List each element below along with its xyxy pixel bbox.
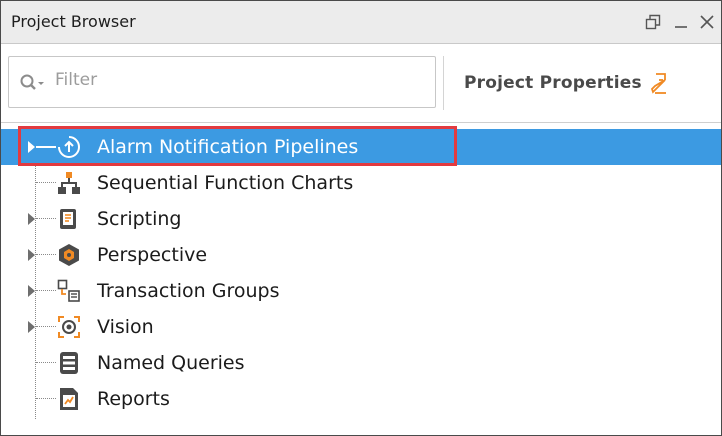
tree-item-sequential-function-charts[interactable]: Sequential Function Charts <box>1 165 721 201</box>
restore-icon <box>645 14 661 30</box>
tree-item-label: Transaction Groups <box>97 280 280 302</box>
project-browser-panel: Project Browser Filter Project Propertie… <box>0 0 722 436</box>
tree-item-vision[interactable]: Vision <box>1 309 721 345</box>
alarm-pipeline-icon <box>58 136 81 159</box>
toolbar: Filter Project Properties <box>1 44 721 123</box>
tree-connector <box>36 362 56 363</box>
wrench-edit-icon <box>650 73 666 94</box>
tree-item-label: Perspective <box>97 244 208 266</box>
tree-item-perspective[interactable]: Perspective <box>1 237 721 273</box>
tree-connector <box>36 146 56 148</box>
tree-item-label: Vision <box>97 316 154 338</box>
project-properties-button[interactable]: Project Properties <box>453 56 715 110</box>
transaction-groups-icon <box>57 279 80 302</box>
perspective-icon <box>59 244 79 266</box>
tree-connector <box>36 182 56 183</box>
tree-item-named-queries[interactable]: Named Queries <box>1 345 721 381</box>
expand-arrow[interactable] <box>28 321 35 333</box>
expand-arrow[interactable] <box>28 141 35 153</box>
tree-item-label: Scripting <box>97 208 182 230</box>
toolbar-divider <box>443 56 444 110</box>
close-icon <box>700 15 714 29</box>
tree-item-label: Sequential Function Charts <box>97 172 354 194</box>
search-icon <box>20 74 44 90</box>
reports-icon <box>60 388 78 410</box>
restore-button[interactable] <box>641 9 665 35</box>
tree-item-label: Reports <box>97 388 170 410</box>
vision-icon <box>58 316 80 338</box>
tree-item-label: Named Queries <box>97 352 245 374</box>
tree-connector <box>36 290 56 291</box>
minimize-button[interactable] <box>669 9 693 35</box>
tree-item-reports[interactable]: Reports <box>1 381 721 417</box>
tree-item-label: Alarm Notification Pipelines <box>97 136 359 158</box>
named-queries-icon <box>60 352 78 374</box>
close-button[interactable] <box>695 9 719 35</box>
expand-arrow[interactable] <box>28 249 35 261</box>
filter-input[interactable]: Filter <box>8 56 436 108</box>
sfc-icon <box>58 172 80 194</box>
project-properties-label: Project Properties <box>464 73 642 93</box>
panel-title: Project Browser <box>11 12 136 31</box>
tree-item-alarm-notification-pipelines[interactable]: Alarm Notification Pipelines <box>1 129 721 165</box>
scripting-icon <box>60 209 76 229</box>
minimize-icon <box>675 26 687 28</box>
tree-connector <box>36 398 56 399</box>
filter-placeholder: Filter <box>55 70 98 90</box>
project-tree: Alarm Notification Pipelines Sequential … <box>1 123 721 435</box>
tree-item-transaction-groups[interactable]: Transaction Groups <box>1 273 721 309</box>
tree-item-scripting[interactable]: Scripting <box>1 201 721 237</box>
tree-connector <box>36 218 56 219</box>
title-bar: Project Browser <box>1 1 721 44</box>
expand-arrow[interactable] <box>28 285 35 297</box>
tree-connector <box>36 254 56 255</box>
tree-connector <box>36 326 56 327</box>
expand-arrow[interactable] <box>28 213 35 225</box>
